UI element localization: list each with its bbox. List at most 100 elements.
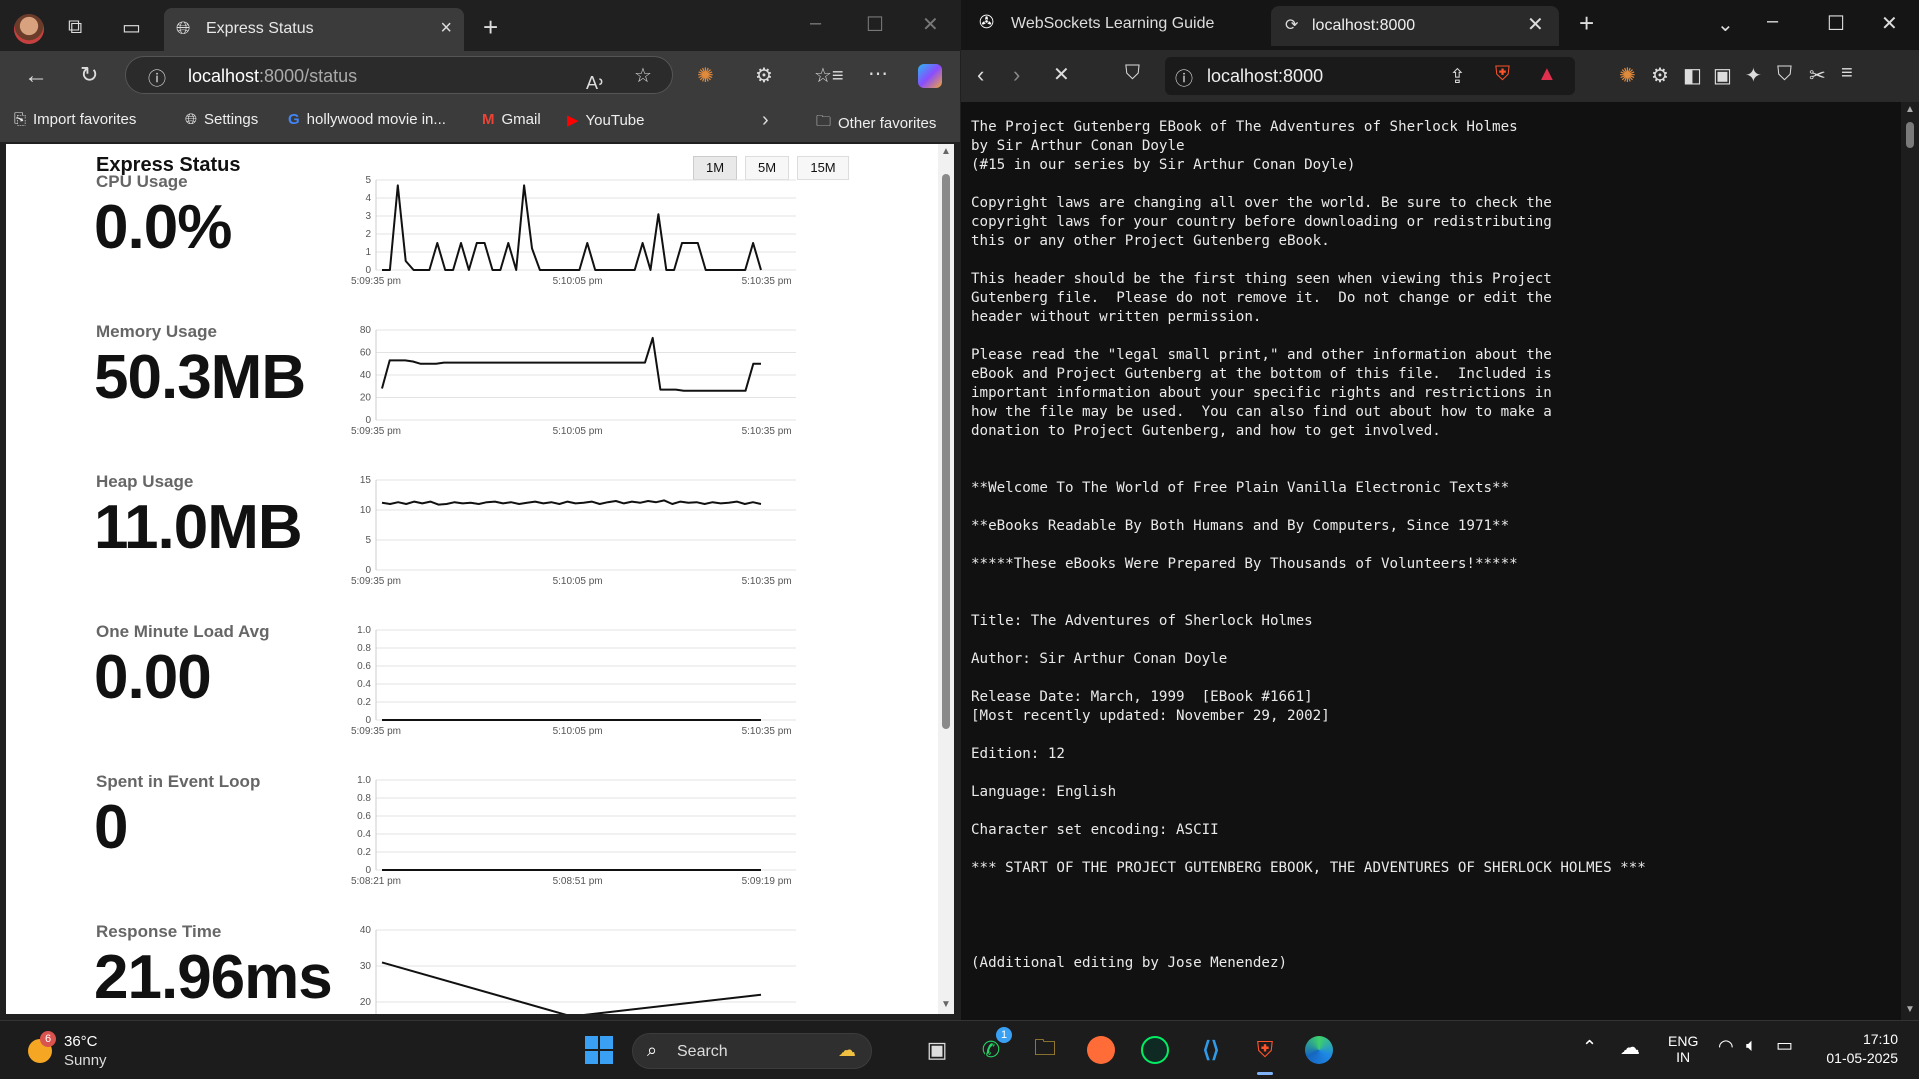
fav-gmail[interactable]: M Gmail [482,111,541,128]
cookie-extension-icon[interactable]: ✺ [697,63,714,88]
weather-temp: 36°C [64,1033,98,1050]
fav-other-favorites[interactable]: 🗀 Other favorites [816,111,936,136]
fav-hollywood[interactable]: Ghollywood movie in... [288,111,446,128]
address-bar[interactable]: ⓘ localhost:8000 ⇪ ⛨ ▲ [1165,57,1575,95]
minimize-icon[interactable]: – [810,12,821,35]
close-tab-icon[interactable]: × [440,17,452,40]
favorite-star-icon[interactable]: ☆ [634,63,652,88]
workspaces-icon[interactable]: ⧉ [68,16,82,39]
page-scrollbar[interactable]: ▲ ▼ [1901,102,1919,1020]
share-icon[interactable]: ⇪ [1449,64,1466,89]
weather-widget[interactable]: 6 36°C Sunny [26,1031,146,1071]
leo-ai-icon[interactable]: ✦ [1745,63,1762,88]
vpn-icon[interactable]: ⛉ [1777,63,1792,86]
y-tick-label: 0.4 [357,679,371,690]
brave-rewards-icon[interactable]: ▲ [1537,63,1557,86]
show-hidden-icons-chevron[interactable]: ⌃ [1582,1037,1597,1058]
profile-avatar[interactable] [14,14,44,44]
back-icon[interactable]: ‹ [977,62,984,88]
wallet-icon[interactable]: ▣ [1713,63,1732,88]
cookie-extension-icon[interactable]: ✺ [1619,63,1636,88]
close-window-icon[interactable]: ✕ [1881,11,1898,36]
task-view-icon[interactable]: ▣ [918,1031,956,1069]
sidebar-icon[interactable]: ◧ [1683,63,1702,88]
import-favorites-icon: ⎘ [14,111,27,128]
tab-websockets-guide[interactable]: ✇ WebSockets Learning Guide [975,6,1285,44]
text-line: by Sir Arthur Conan Doyle [971,138,1185,154]
info-icon[interactable]: ⓘ [1175,65,1193,91]
metric-chart: 20 30 40 [360,925,796,1014]
scroll-up-arrow[interactable]: ▲ [941,146,951,157]
postman-icon[interactable] [1082,1031,1120,1069]
more-menu-icon[interactable]: ⋯ [868,61,888,86]
vscode-icon[interactable]: ⟨⟩ [1192,1031,1230,1069]
tab-localhost[interactable]: ⟳ localhost:8000 ✕ [1271,6,1559,46]
menu-icon[interactable]: ≡ [1841,62,1853,85]
close-tab-icon[interactable]: ✕ [1527,12,1544,37]
close-window-icon[interactable]: ✕ [922,12,939,37]
forward-icon[interactable]: › [1013,62,1020,88]
y-tick-label: 20 [360,997,372,1008]
metric-chart: 0 0.2 0.4 0.6 0.8 1.0 5:09:35 pm 5:10:05 pm 5:10… [351,625,796,737]
battery-icon[interactable]: ▭ [1776,1035,1793,1056]
info-icon[interactable]: ⓘ [148,65,166,91]
search-box[interactable]: ⌕ Search ☁ [632,1033,872,1069]
x-tick-label: 5:09:19 pm [742,876,792,887]
tab-search-chevron-icon[interactable]: ⌄ [1717,12,1734,37]
scroll-thumb[interactable] [942,174,950,729]
new-tab-icon[interactable]: + [1579,8,1594,39]
stop-loading-icon[interactable]: ✕ [1053,62,1070,87]
start-icon[interactable] [580,1031,618,1069]
extensions-icon[interactable]: ⚙ [755,63,773,88]
refresh-icon[interactable]: ↻ [80,62,98,88]
brave-icon[interactable]: ⛨ [1246,1031,1284,1075]
favorites-list-icon[interactable]: ☆≡ [814,63,844,88]
read-aloud-icon[interactable]: A᠈ [586,64,604,95]
edge-tab-bar: ⧉ ▭ 🌐︎ Express Status × + – ☐ ✕ [0,0,960,57]
new-tab-icon[interactable]: + [483,12,498,43]
tab-actions-icon[interactable]: ▭ [122,15,141,40]
scroll-thumb[interactable] [1906,122,1914,148]
text-line: Release Date: March, 1999 [EBook #1661] [971,689,1313,705]
url-text: localhost:8000/status [188,66,358,86]
brave-shields-icon[interactable]: ⛨ [1495,63,1510,86]
clock[interactable]: 17:10 01-05-2025 [1812,1031,1898,1066]
search-label: Search [677,1043,728,1060]
extensions-icon[interactable]: ⚙ [1651,63,1669,88]
tools-icon[interactable]: ✂ [1809,63,1826,88]
y-tick-label: 0.8 [357,793,371,804]
text-line: this or any other Project Gutenberg eBoo… [971,233,1330,249]
chevron-right-icon[interactable]: › [762,109,769,132]
address-bar[interactable]: ⓘ localhost:8000/status A᠈ ☆ [125,56,673,94]
minimize-icon[interactable]: – [1767,10,1778,33]
x-tick-label: 5:10:35 pm [742,426,792,437]
language-indicator[interactable]: ENG IN [1668,1033,1698,1065]
edge-icon[interactable] [1300,1031,1338,1069]
text-line: Gutenberg file. Please do not remove it.… [971,290,1552,306]
globe-icon: 🌐︎ [185,111,198,128]
volume-icon[interactable]: 🔈︎ [1746,1035,1757,1056]
mongodb-compass-icon[interactable] [1136,1031,1174,1069]
scroll-down-arrow[interactable]: ▼ [1905,1004,1915,1015]
text-line: *****These eBooks Were Prepared By Thous… [971,556,1518,572]
tab-express-status[interactable]: 🌐︎ Express Status × [164,8,464,51]
scroll-up-arrow[interactable]: ▲ [1905,104,1915,115]
fav-import-favorites[interactable]: ⎘ Import favorites [14,111,136,128]
maximize-icon[interactable]: ☐ [1827,11,1845,36]
wifi-icon[interactable]: ◠ [1718,1036,1734,1057]
back-icon[interactable]: ← [24,62,48,90]
fav-youtube[interactable]: ▶ YouTube [567,111,645,130]
page-scrollbar[interactable]: ▲ ▼ [938,144,954,1014]
text-line: Language: English [971,784,1117,800]
whatsapp-icon[interactable]: ✆ 1 [972,1027,1012,1069]
bookmark-icon[interactable]: ⛉ [1125,62,1140,85]
maximize-icon[interactable]: ☐ [866,12,884,37]
y-tick-label: 4 [365,193,371,204]
globe-icon: 🌐︎ [176,18,191,38]
fav-settings[interactable]: 🌐︎ Settings [185,111,258,128]
onedrive-icon[interactable]: ☁ [1620,1035,1640,1060]
copilot-icon[interactable] [918,64,942,88]
file-explorer-icon[interactable]: 🗀 [1026,1031,1064,1069]
tab-title: Express Status [206,20,314,37]
scroll-down-arrow[interactable]: ▼ [941,999,951,1010]
